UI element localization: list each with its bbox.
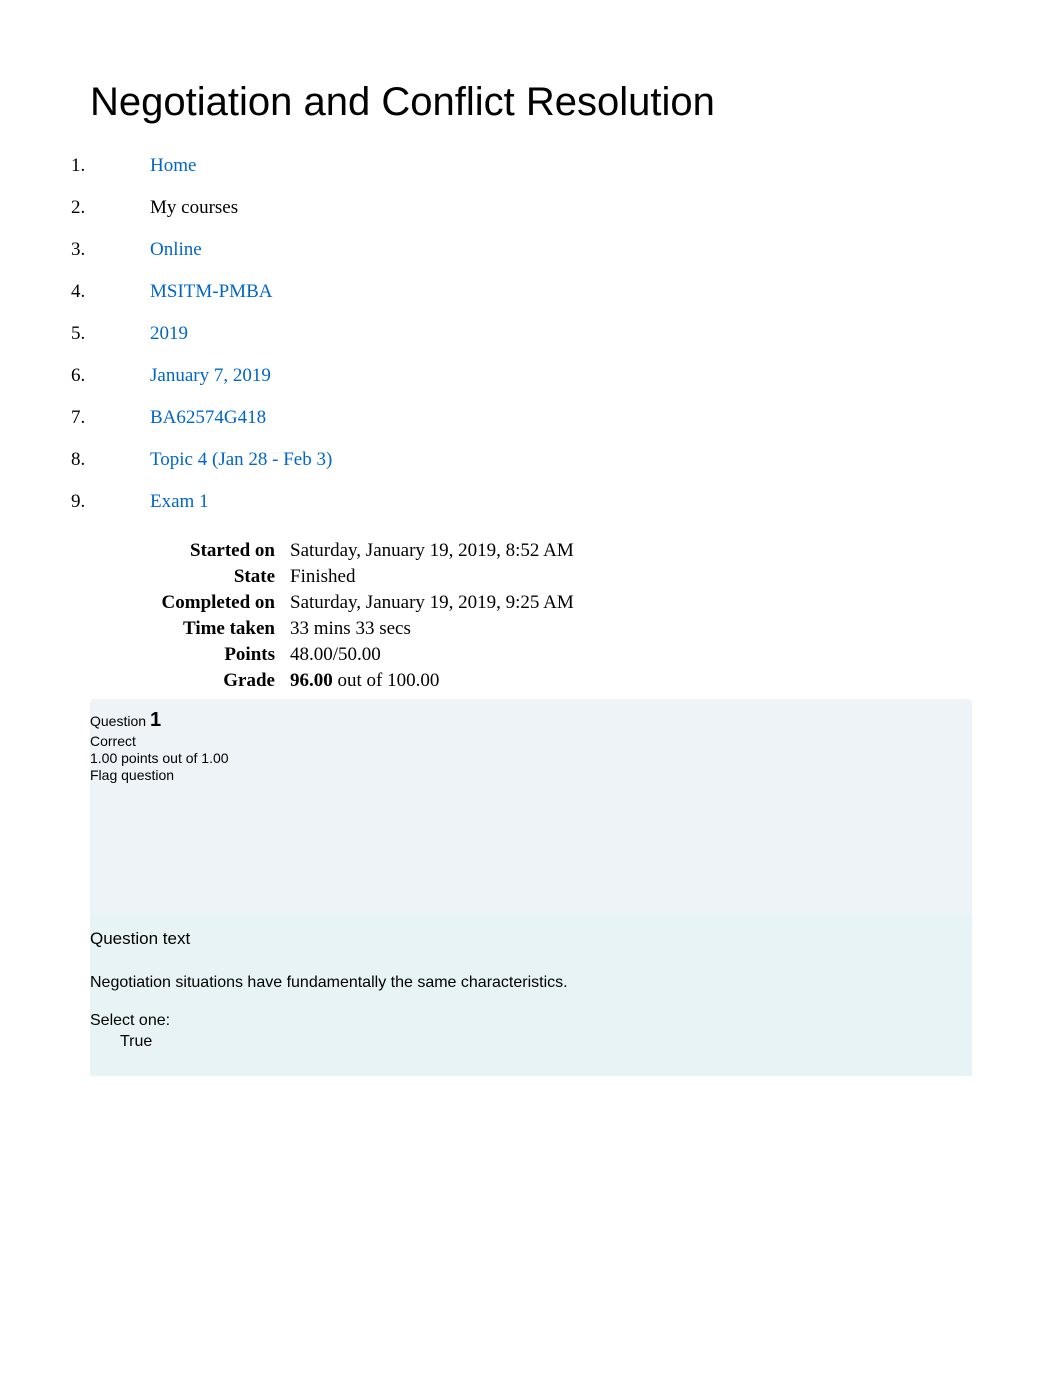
summary-row: Time taken 33 mins 33 secs	[90, 616, 574, 642]
page-title: Negotiation and Conflict Resolution	[90, 80, 1002, 125]
completed-on-label: Completed on	[90, 590, 290, 616]
breadcrumb-link-exam[interactable]: Exam 1	[150, 491, 209, 512]
question-number-value: 1	[150, 709, 161, 731]
breadcrumb-item: Online	[90, 239, 1002, 261]
breadcrumb-item: Exam 1	[90, 491, 1002, 513]
completed-on-value: Saturday, January 19, 2019, 9:25 AM	[290, 590, 574, 616]
breadcrumb-item: BA62574G418	[90, 407, 1002, 429]
state-label: State	[90, 564, 290, 590]
breadcrumb-item: January 7, 2019	[90, 365, 1002, 387]
breadcrumb-link-topic[interactable]: Topic 4 (Jan 28 - Feb 3)	[150, 449, 332, 470]
grade-score: 96.00	[290, 670, 333, 691]
breadcrumb-text-mycourses: My courses	[150, 197, 238, 218]
breadcrumb-item: MSITM-PMBA	[90, 281, 1002, 303]
breadcrumb-item: Topic 4 (Jan 28 - Feb 3)	[90, 449, 1002, 471]
points-label: Points	[90, 642, 290, 668]
question-points: 1.00 points out of 1.00	[90, 750, 972, 767]
started-on-value: Saturday, January 19, 2019, 8:52 AM	[290, 538, 574, 564]
question-prompt: Negotiation situations have fundamentall…	[90, 974, 972, 992]
spacer	[90, 784, 972, 914]
breadcrumb-item: Home	[90, 155, 1002, 177]
summary-row: Points 48.00/50.00	[90, 642, 574, 668]
points-value: 48.00/50.00	[290, 642, 574, 668]
breadcrumb: Home My courses Online MSITM-PMBA 2019 J…	[90, 155, 1002, 513]
breadcrumb-link-date[interactable]: January 7, 2019	[150, 365, 271, 386]
select-one-label: Select one:	[90, 1012, 972, 1030]
summary-row: Started on Saturday, January 19, 2019, 8…	[90, 538, 574, 564]
summary-row: State Finished	[90, 564, 574, 590]
summary-row: Grade 96.00 out of 100.00	[90, 668, 574, 694]
grade-value: 96.00 out of 100.00	[290, 668, 574, 694]
started-on-label: Started on	[90, 538, 290, 564]
breadcrumb-link-year[interactable]: 2019	[150, 323, 188, 344]
question-content-panel: Question text Negotiation situations hav…	[90, 914, 972, 1076]
answer-option-true[interactable]: True	[90, 1033, 972, 1051]
summary-row: Completed on Saturday, January 19, 2019,…	[90, 590, 574, 616]
time-taken-value: 33 mins 33 secs	[290, 616, 574, 642]
breadcrumb-item: 2019	[90, 323, 1002, 345]
attempt-summary: Started on Saturday, January 19, 2019, 8…	[90, 538, 574, 694]
breadcrumb-link-program[interactable]: MSITM-PMBA	[150, 281, 272, 302]
breadcrumb-link-online[interactable]: Online	[150, 239, 202, 260]
breadcrumb-item: My courses	[90, 197, 1002, 219]
grade-label: Grade	[90, 668, 290, 694]
question-text-heading: Question text	[90, 929, 972, 949]
breadcrumb-link-home[interactable]: Home	[150, 155, 196, 176]
time-taken-label: Time taken	[90, 616, 290, 642]
flag-question-link[interactable]: Flag question	[90, 767, 972, 784]
state-value: Finished	[290, 564, 574, 590]
question-status: Correct	[90, 733, 972, 750]
grade-outof: out of 100.00	[333, 670, 440, 691]
question-number: Question 1	[90, 709, 972, 733]
question-info-panel: Question 1 Correct 1.00 points out of 1.…	[90, 699, 972, 914]
breadcrumb-link-course[interactable]: BA62574G418	[150, 407, 266, 428]
